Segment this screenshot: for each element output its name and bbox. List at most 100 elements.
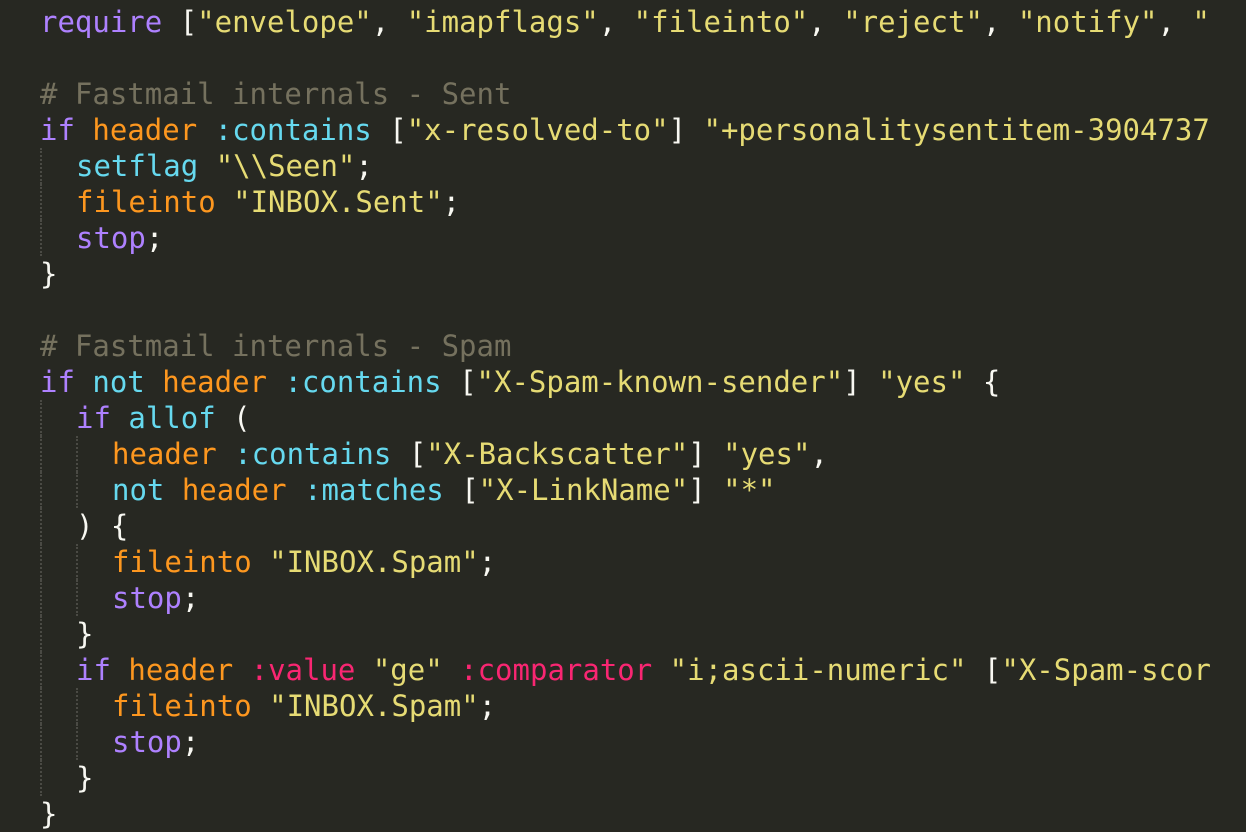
code-token: header bbox=[162, 365, 285, 399]
code-token: , bbox=[598, 5, 634, 39]
code-token: :contains bbox=[284, 365, 460, 399]
indent-guide bbox=[40, 616, 42, 652]
code-line: fileinto "INBOX.Spam"; bbox=[40, 544, 1211, 580]
code-token: if bbox=[40, 113, 93, 147]
indent-guide bbox=[40, 580, 42, 616]
code-token: [ bbox=[389, 113, 407, 147]
code-line: stop; bbox=[40, 580, 1211, 616]
code-token: if bbox=[76, 653, 129, 687]
code-line: fileinto "INBOX.Spam"; bbox=[40, 688, 1211, 724]
code-token: ; bbox=[145, 221, 164, 255]
code-token: , bbox=[982, 5, 1018, 39]
indent-guide bbox=[40, 220, 42, 256]
code-token: "yes" bbox=[723, 437, 811, 471]
code-token: "X-Backscatter" bbox=[426, 437, 689, 471]
indent-guide bbox=[76, 580, 78, 616]
code-line: if allof ( bbox=[40, 400, 1211, 436]
code-line: } bbox=[40, 256, 1211, 292]
code-token: ) { bbox=[76, 509, 129, 543]
code-token: setflag bbox=[76, 149, 216, 183]
code-token: "i;ascii-numeric" bbox=[669, 653, 967, 687]
code-token: [ bbox=[459, 365, 477, 399]
code-line: if header :value "ge" :comparator "i;asc… bbox=[40, 652, 1211, 688]
code-token: :matches bbox=[304, 473, 462, 507]
code-line: } bbox=[40, 796, 1211, 832]
indent-guide bbox=[76, 544, 78, 580]
code-token: "reject" bbox=[843, 5, 983, 39]
code-token: fileinto bbox=[112, 545, 270, 579]
code-token: fileinto bbox=[112, 689, 270, 723]
code-token: } bbox=[40, 797, 58, 831]
indent-guide bbox=[40, 508, 42, 544]
code-token: ; bbox=[355, 149, 373, 183]
code-token: "X-LinkName" bbox=[478, 473, 689, 507]
code-token: :value bbox=[250, 653, 373, 687]
code-token: " bbox=[1192, 5, 1210, 39]
code-token: "fileinto" bbox=[633, 5, 809, 39]
code-token: require bbox=[40, 5, 180, 39]
code-token: "INBOX.Spam" bbox=[269, 545, 479, 579]
code-area[interactable]: require ["envelope", "imapflags", "filei… bbox=[40, 4, 1211, 832]
code-token: stop bbox=[112, 725, 182, 759]
code-token: header bbox=[128, 653, 251, 687]
code-line: # Fastmail internals - Sent bbox=[40, 76, 1211, 112]
indent-guide bbox=[76, 472, 78, 508]
code-token: ; bbox=[181, 725, 200, 759]
code-token: , bbox=[371, 5, 407, 39]
code-token: ; bbox=[478, 689, 497, 723]
indent-guide bbox=[40, 688, 42, 724]
code-token: "X-Spam-scor bbox=[1001, 653, 1211, 687]
code-editor[interactable]: require ["envelope", "imapflags", "filei… bbox=[0, 0, 1246, 832]
code-token: "INBOX.Spam" bbox=[269, 689, 479, 723]
code-token: if bbox=[40, 365, 93, 399]
code-token: "x-resolved-to" bbox=[406, 113, 669, 147]
code-token: # Fastmail internals - Sent bbox=[40, 77, 512, 111]
code-token: ] bbox=[668, 113, 704, 147]
code-token: header bbox=[181, 473, 305, 507]
code-token: stop bbox=[76, 221, 146, 255]
indent-guide bbox=[76, 436, 78, 472]
indent-guide bbox=[40, 472, 42, 508]
code-token: ; bbox=[181, 581, 200, 615]
code-token: } bbox=[76, 761, 94, 795]
code-line: require ["envelope", "imapflags", "filei… bbox=[40, 4, 1211, 40]
indent-guide bbox=[40, 760, 42, 796]
code-token: "\\Seen" bbox=[215, 149, 356, 183]
code-token: ( bbox=[233, 401, 251, 435]
indent-guide bbox=[40, 544, 42, 580]
code-token: [ bbox=[461, 473, 479, 507]
code-token: stop bbox=[112, 581, 182, 615]
code-line: } bbox=[40, 616, 1211, 652]
code-token: } bbox=[40, 257, 58, 291]
code-token: fileinto bbox=[76, 185, 234, 219]
code-line: # Fastmail internals - Spam bbox=[40, 328, 1211, 364]
code-token: not bbox=[112, 473, 182, 507]
code-line: if not header :contains ["X-Spam-known-s… bbox=[40, 364, 1211, 400]
code-token: :contains bbox=[214, 113, 390, 147]
code-token: "yes" bbox=[878, 365, 966, 399]
code-line: not header :matches ["X-LinkName"] "*" bbox=[40, 472, 1211, 508]
code-token: :comparator bbox=[460, 653, 670, 687]
code-token: ; bbox=[478, 545, 497, 579]
code-line: fileinto "INBOX.Sent"; bbox=[40, 184, 1211, 220]
indent-guide bbox=[40, 184, 42, 220]
code-token: :contains bbox=[234, 437, 409, 471]
code-token: header bbox=[92, 113, 215, 147]
code-token: "ge" bbox=[372, 653, 461, 687]
code-token: ] bbox=[688, 473, 724, 507]
code-token: "*" bbox=[723, 473, 776, 507]
code-token: "INBOX.Sent" bbox=[233, 185, 443, 219]
code-line: } bbox=[40, 760, 1211, 796]
indent-guide bbox=[40, 652, 42, 688]
code-token: [ bbox=[179, 5, 198, 39]
code-token: not bbox=[92, 365, 163, 399]
indent-guide bbox=[76, 688, 78, 724]
indent-guide bbox=[40, 148, 42, 184]
code-token: , bbox=[1157, 5, 1193, 39]
code-token: { bbox=[965, 365, 1001, 399]
indent-guide bbox=[76, 724, 78, 760]
code-token: header bbox=[112, 437, 235, 471]
code-token: "+personalitysentitem-3904737 bbox=[703, 113, 1210, 147]
